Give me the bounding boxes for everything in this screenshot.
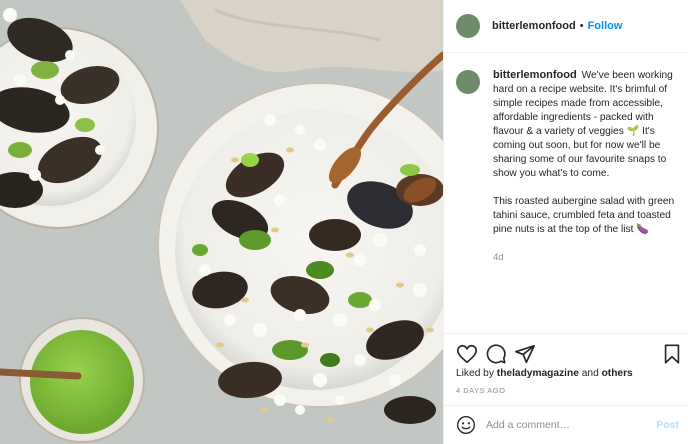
action-bar <box>444 333 688 373</box>
caption-paragraph-1: bitterlemonfood We've been working hard … <box>493 68 682 181</box>
follow-button[interactable]: Follow <box>588 20 623 32</box>
bookmark-icon[interactable] <box>661 343 683 365</box>
caption-body: bitterlemonfood We've been working hard … <box>493 68 682 265</box>
likes-others[interactable]: others <box>602 368 633 379</box>
likes-conjunction: and <box>581 368 599 379</box>
likes-user[interactable]: theladymagazine <box>497 368 579 379</box>
likes-line: Liked by theladymagazine and others <box>456 368 633 379</box>
post-photo[interactable] <box>0 0 443 444</box>
post-caption: bitterlemonfood We've been working hard … <box>456 68 682 265</box>
avatar[interactable] <box>456 14 480 38</box>
caption-paragraph-2: This roasted aubergine salad with green … <box>493 196 675 235</box>
share-icon[interactable] <box>514 343 536 365</box>
caption-timestamp[interactable]: 4d <box>493 251 682 265</box>
post-comment-button[interactable]: Post <box>656 419 679 431</box>
emoji-icon[interactable] <box>456 415 476 435</box>
header-username[interactable]: bitterlemonfood <box>492 20 576 32</box>
caption-avatar[interactable] <box>456 70 480 94</box>
caption-text-1: We've been working hard on a recipe webs… <box>493 70 673 179</box>
salad-photo-illustration <box>0 0 443 444</box>
likes-prefix: Liked by <box>456 368 494 379</box>
caption-username[interactable]: bitterlemonfood <box>493 69 577 81</box>
post-date[interactable]: 4 DAYS AGO <box>456 386 505 395</box>
comment-input[interactable] <box>486 419 657 431</box>
post-header: bitterlemonfood • Follow <box>444 0 688 53</box>
heart-icon[interactable] <box>456 343 478 365</box>
header-separator: • <box>579 20 584 32</box>
comment-bar: Post <box>444 405 688 444</box>
post-sidebar: bitterlemonfood • Follow bitterlemonfood… <box>443 0 688 444</box>
comment-icon[interactable] <box>485 343 507 365</box>
